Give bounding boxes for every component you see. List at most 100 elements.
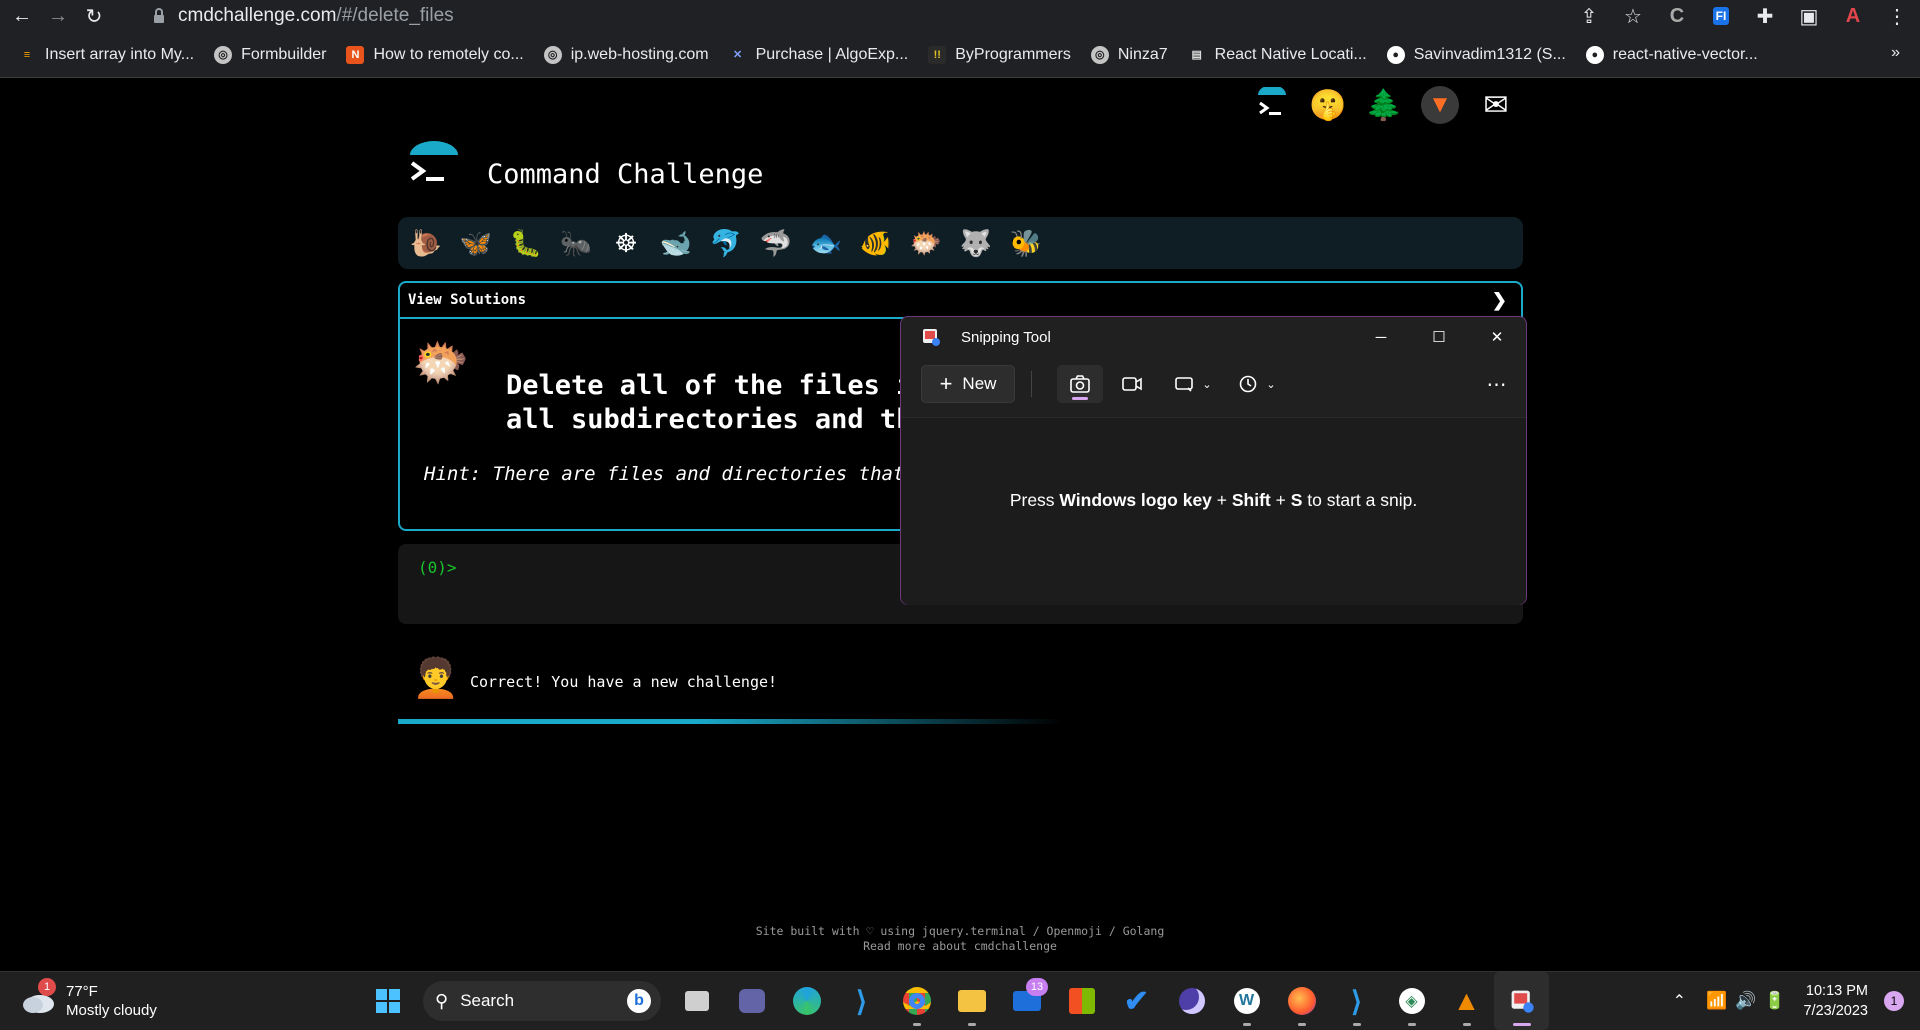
clock[interactable]: 10:13 PM 7/23/2023 <box>1803 981 1868 1021</box>
site-icon: ▤ <box>1191 49 1202 61</box>
delay-dropdown[interactable]: ⌄ <box>1229 365 1285 403</box>
address-bar[interactable]: cmdchallenge.com/#/delete_files <box>140 2 1680 30</box>
notification-badge[interactable]: 1 <box>1884 991 1904 1011</box>
tree-icon[interactable]: 🌲 <box>1364 85 1404 125</box>
fish-icon[interactable]: 🐟 <box>810 227 842 259</box>
app-diamond-icon[interactable]: ◈ <box>1384 972 1439 1030</box>
firefox-icon[interactable] <box>1274 972 1329 1030</box>
minimize-icon[interactable]: ─ <box>1352 317 1410 357</box>
edge-icon[interactable] <box>779 972 834 1030</box>
star-icon[interactable]: ☆ <box>1620 3 1646 29</box>
bookmark-item[interactable]: ◎ ip.web-hosting.com <box>543 45 709 64</box>
gitlab-icon[interactable]: ▼ <box>1420 85 1460 125</box>
share-icon[interactable]: ⇪ <box>1576 3 1602 29</box>
close-icon[interactable]: ✕ <box>1468 317 1526 357</box>
view-solutions-label: View Solutions <box>408 292 527 308</box>
video-icon <box>1122 377 1142 391</box>
chevron-right-icon[interactable]: ❯ <box>1492 290 1507 311</box>
bookmark-item[interactable]: ✕ Purchase | AlgoExp... <box>729 45 909 64</box>
toolbar-divider <box>1031 371 1032 397</box>
view-solutions-toggle[interactable]: View Solutions ❯ <box>400 283 1521 319</box>
github-icon: ● <box>1585 45 1604 64</box>
dolphin-icon[interactable]: 🐬 <box>710 227 742 259</box>
time: 10:13 PM <box>1805 983 1868 999</box>
blowfish-icon: 🐡 <box>412 336 470 388</box>
vscode-icon[interactable]: ⟩ <box>834 972 889 1030</box>
site-icon: N <box>346 45 365 64</box>
puzzle-icon[interactable]: ✚ <box>1752 3 1778 29</box>
snipping-tool-titlebar[interactable]: Snipping Tool ─ ☐ ✕ <box>901 317 1526 357</box>
url-text: cmdchallenge.com/#/delete_files <box>178 5 454 27</box>
new-snip-button[interactable]: + New <box>921 365 1015 403</box>
butterfly-icon[interactable]: 🦋 <box>460 227 492 259</box>
profile-icon[interactable]: A <box>1840 3 1866 29</box>
bookmarks-overflow-icon[interactable]: » <box>1891 44 1900 62</box>
video-mode-button[interactable] <box>1109 365 1155 403</box>
store-icon[interactable] <box>1054 972 1109 1030</box>
mail-icon[interactable]: ✉ <box>1476 85 1516 125</box>
windows-start-icon[interactable] <box>360 972 415 1030</box>
snipping-tool-toolbar: + New ⌄ ⌄ ⋯ <box>901 357 1526 409</box>
battery-icon[interactable]: 🔋 <box>1764 991 1785 1011</box>
shushing-face-icon[interactable]: 🤫 <box>1308 85 1348 125</box>
bee-icon[interactable]: 🐝 <box>1010 227 1042 259</box>
app-circle-icon[interactable] <box>1164 972 1219 1030</box>
bookmark-item[interactable]: ≡ Insert array into My... <box>18 46 194 64</box>
chevron-up-icon[interactable]: ⌃ <box>1673 991 1686 1011</box>
menu-icon[interactable]: ⋮ <box>1884 3 1910 29</box>
caterpillar-icon[interactable]: 🐛 <box>510 227 542 259</box>
weather-widget[interactable]: 1 77°F Mostly cloudy <box>20 978 157 1020</box>
chevron-down-icon: ⌄ <box>1202 378 1212 391</box>
taskbar-search[interactable]: ⚲ Search b <box>423 981 661 1021</box>
wheel-icon[interactable]: ☸ <box>610 227 642 259</box>
date: 7/23/2023 <box>1803 1003 1868 1019</box>
bookmark-item[interactable]: N How to remotely co... <box>346 45 524 64</box>
maximize-icon[interactable]: ☐ <box>1410 317 1468 357</box>
forward-icon[interactable]: → <box>44 2 72 30</box>
bookmark-item[interactable]: ● Savinvadim1312 (S... <box>1386 45 1566 64</box>
snail-icon[interactable]: 🐌 <box>410 227 442 259</box>
blowfish-icon[interactable]: 🐡 <box>910 227 942 259</box>
person-icon: 🧑‍🦱 <box>412 658 460 700</box>
volume-icon[interactable]: 🔊 <box>1735 991 1756 1011</box>
more-options-button[interactable]: ⋯ <box>1479 365 1515 403</box>
file-explorer-icon[interactable] <box>944 972 999 1030</box>
terminal-logo-icon[interactable] <box>1252 85 1292 125</box>
back-icon[interactable]: ← <box>8 2 36 30</box>
extension-fi-icon[interactable]: FI <box>1708 3 1734 29</box>
screenshot-mode-button[interactable] <box>1057 365 1103 403</box>
sidepanel-icon[interactable]: ▣ <box>1796 3 1822 29</box>
rectangle-snip-icon <box>1175 377 1194 392</box>
vscode-icon-2[interactable]: ⟩ <box>1329 972 1384 1030</box>
bookmark-label: Purchase | AlgoExp... <box>755 45 909 63</box>
bookmark-label: Formbuilder <box>241 45 327 63</box>
page-title: Command Challenge <box>487 159 764 190</box>
shark-icon[interactable]: 🦈 <box>760 227 792 259</box>
todo-icon[interactable]: ✔ <box>1109 972 1164 1030</box>
bookmark-label: ip.web-hosting.com <box>570 45 709 63</box>
bookmark-label: Ninza7 <box>1117 45 1168 63</box>
ant-icon[interactable]: 🐜 <box>560 227 592 259</box>
vlc-icon[interactable]: ▲ <box>1439 972 1494 1030</box>
teams-chat-icon[interactable] <box>724 972 779 1030</box>
bookmark-item[interactable]: ◎ Ninza7 <box>1090 45 1168 64</box>
bookmark-item[interactable]: ● react-native-vector... <box>1585 45 1758 64</box>
wolf-icon[interactable]: 🐺 <box>960 227 992 259</box>
snipping-tool-taskbar-icon[interactable] <box>1494 972 1549 1030</box>
extension-c-icon[interactable]: C <box>1664 3 1690 29</box>
whale-icon[interactable]: 🐋 <box>660 227 692 259</box>
mail-icon[interactable]: 13 <box>999 972 1054 1030</box>
footer-about-link[interactable]: Read more about cmdchallenge <box>0 939 1920 954</box>
camera-icon <box>1070 375 1090 393</box>
tropical-fish-icon[interactable]: 🐠 <box>860 227 892 259</box>
task-view-icon[interactable] <box>669 972 724 1030</box>
chrome-icon[interactable] <box>889 972 944 1030</box>
wordpress-icon[interactable]: W <box>1219 972 1274 1030</box>
bookmark-item[interactable]: ▤ React Native Locati... <box>1188 46 1366 64</box>
wifi-icon[interactable]: 📶 <box>1706 991 1727 1011</box>
bookmark-item[interactable]: !! ByProgrammers <box>928 45 1071 64</box>
terminal-prompt: (0)> <box>418 558 457 577</box>
reload-icon[interactable]: ↻ <box>80 2 108 30</box>
bookmark-item[interactable]: ◎ Formbuilder <box>214 45 327 64</box>
snip-shape-dropdown[interactable]: ⌄ <box>1165 365 1221 403</box>
